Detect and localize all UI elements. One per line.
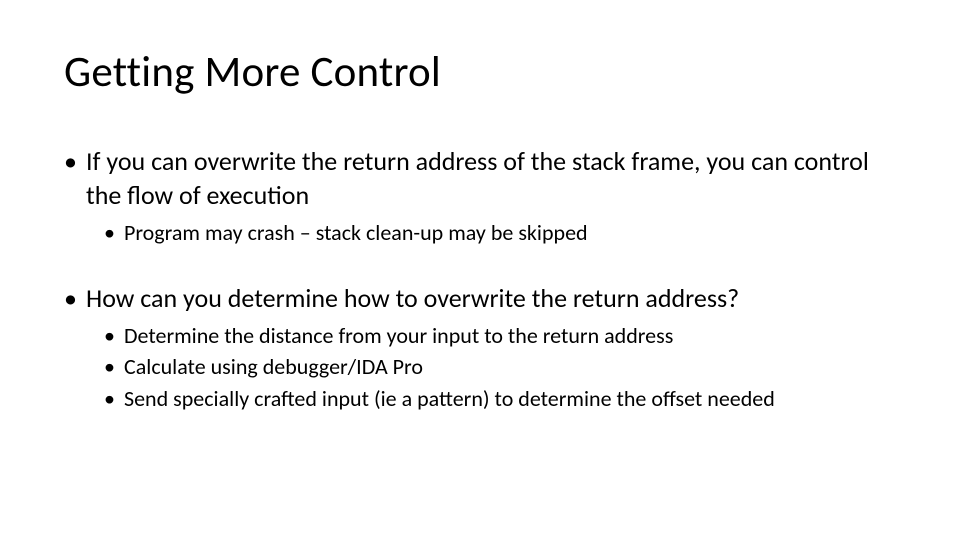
bullet-text: If you can overwrite the return address … — [86, 145, 869, 210]
sub-bullet-list: Program may crash – stack clean-up may b… — [86, 218, 896, 248]
bullet-text: How can you determine how to overwrite t… — [86, 282, 739, 314]
slide: Getting More Control If you can overwrit… — [0, 0, 960, 540]
sub-bullet-item: Program may crash – stack clean-up may b… — [104, 218, 896, 248]
sub-bullet-item: Determine the distance from your input t… — [104, 321, 896, 351]
sub-bullet-text: Program may crash – stack clean-up may b… — [124, 219, 588, 246]
sub-bullet-item: Calculate using debugger/IDA Pro — [104, 352, 896, 382]
sub-bullet-list: Determine the distance from your input t… — [86, 321, 896, 414]
sub-bullet-item: Send specially crafted input (ie a patte… — [104, 384, 896, 414]
sub-bullet-text: Determine the distance from your input t… — [124, 322, 673, 349]
bullet-item: If you can overwrite the return address … — [64, 145, 896, 247]
sub-bullet-text: Send specially crafted input (ie a patte… — [124, 385, 775, 412]
bullet-list: If you can overwrite the return address … — [64, 145, 896, 414]
slide-title: Getting More Control — [64, 48, 896, 95]
bullet-item: How can you determine how to overwrite t… — [64, 282, 896, 414]
sub-bullet-text: Calculate using debugger/IDA Pro — [124, 353, 423, 380]
